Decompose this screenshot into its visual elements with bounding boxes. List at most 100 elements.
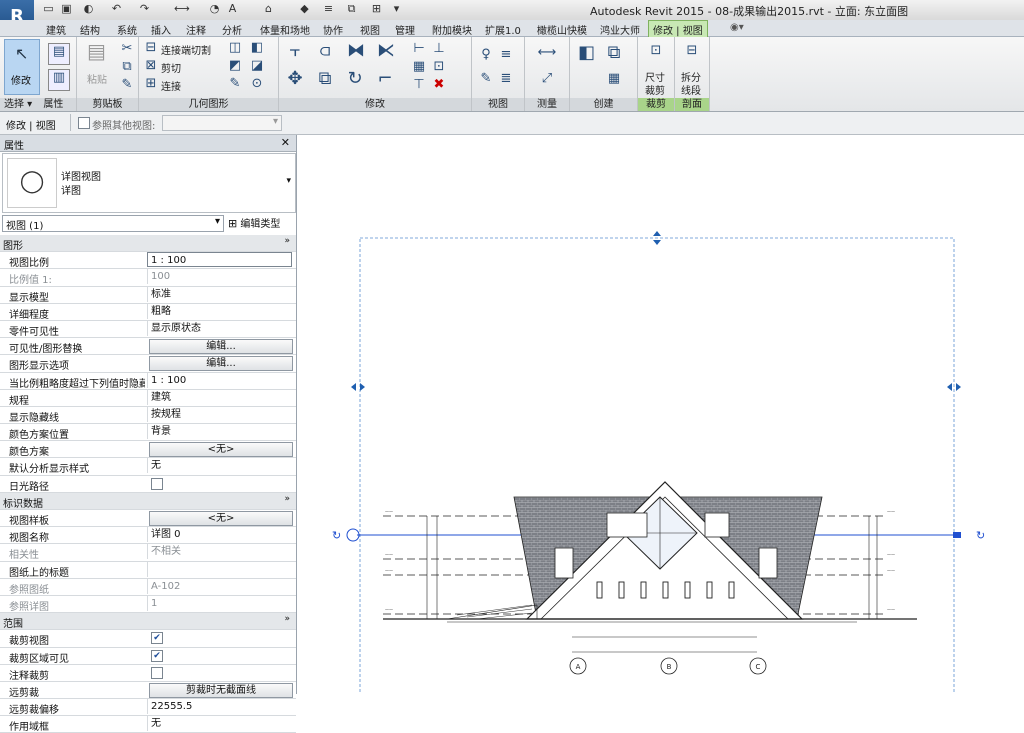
linework-icon[interactable]: ✎ <box>478 71 494 87</box>
property-category[interactable]: 范围 » <box>0 613 296 631</box>
thin-lines-icon[interactable]: ≡ <box>322 3 335 15</box>
view-filter-icon[interactable]: ≣ <box>498 71 514 87</box>
tab-analyze[interactable]: 分析 <box>222 22 242 37</box>
edit-profile-icon[interactable]: ✎ <box>227 76 243 92</box>
create-group-icon[interactable]: ⧉ <box>606 44 622 62</box>
tab-extension[interactable]: 扩展1.0 <box>485 22 521 37</box>
3d-view-icon[interactable]: ⌂ <box>262 3 275 15</box>
property-value[interactable]: 1 <box>147 595 292 611</box>
wall-joins-icon[interactable]: ◩ <box>227 58 243 74</box>
tab-collaborate[interactable]: 协作 <box>323 22 343 37</box>
edit-type-button[interactable]: ⊞ 编辑类型 <box>228 215 280 230</box>
property-checkbox[interactable] <box>151 666 163 679</box>
dimension-icon[interactable]: ⤢ <box>531 71 563 87</box>
paste-icon[interactable]: ▤ <box>87 41 106 61</box>
redo-icon[interactable]: ↷ <box>138 3 151 15</box>
tab-insert[interactable]: 插入 <box>151 22 171 37</box>
tab-structure[interactable]: 结构 <box>80 22 100 37</box>
select-dropdown[interactable]: 选择 <box>4 99 24 110</box>
quick-access-dropdown-icon[interactable]: ▾ <box>390 3 403 15</box>
create-parts-icon[interactable]: ◧ <box>578 44 595 62</box>
copy-element-icon[interactable]: ⧉ <box>317 70 333 88</box>
override-graphics-icon[interactable]: ≡ <box>498 47 514 63</box>
type-properties-icon[interactable]: ▥ <box>48 69 70 91</box>
property-checkbox[interactable]: ✔ <box>151 649 163 662</box>
property-button[interactable]: <无> <box>149 511 293 526</box>
tab-massing-site[interactable]: 体量和场地 <box>260 22 310 37</box>
tab-modify-view[interactable]: 修改 | 视图 <box>648 20 708 37</box>
instance-filter-select[interactable]: 视图 (1) ▾ <box>2 215 224 232</box>
property-category[interactable]: 图形 » <box>0 235 296 253</box>
cut-icon[interactable]: ✂ <box>119 41 135 57</box>
tab-annotate[interactable]: 注释 <box>186 22 206 37</box>
drawing-area[interactable]: ↻ ↻ —— —— —— —— —— —— —— —— A B C <box>297 135 1024 733</box>
save-icon[interactable]: ▣ <box>60 3 73 15</box>
create-assembly-icon[interactable]: ▦ <box>606 71 622 87</box>
property-value[interactable]: 1 : 100 <box>147 372 292 388</box>
collapse-icon[interactable]: » <box>284 614 290 624</box>
property-checkbox[interactable] <box>151 477 163 490</box>
tab-systems[interactable]: 系统 <box>117 22 137 37</box>
crop-region[interactable] <box>359 237 955 733</box>
tag-icon[interactable]: ◔ <box>208 3 221 15</box>
match-type-icon[interactable]: ✎ <box>119 77 135 93</box>
crop-handle-left[interactable] <box>351 383 365 391</box>
property-value[interactable]: 详图 0 <box>147 527 292 543</box>
property-value[interactable]: 背景 <box>147 424 292 440</box>
rotate-icon[interactable]: ↻ <box>347 70 363 88</box>
property-value[interactable]: 粗略 <box>147 303 292 319</box>
collapse-icon[interactable]: » <box>284 494 290 504</box>
property-value[interactable]: 100 <box>147 269 292 285</box>
property-value[interactable]: 不相关 <box>147 544 292 560</box>
property-category[interactable]: 标识数据 » <box>0 492 296 510</box>
array-icon[interactable]: ▦ <box>411 59 427 75</box>
sync-icon[interactable]: ◐ <box>82 3 95 15</box>
tab-view[interactable]: 视图 <box>360 22 380 37</box>
close-hidden-icon[interactable]: ⧉ <box>345 3 358 15</box>
undo-icon[interactable]: ↶ <box>110 3 123 15</box>
tab-add-ins[interactable]: 附加模块 <box>432 22 472 37</box>
measure-distance-icon[interactable]: ⟷ <box>531 45 563 61</box>
open-icon[interactable]: ▭ <box>42 3 55 15</box>
pin-icon[interactable]: ⊥ <box>431 41 447 57</box>
property-value[interactable]: 无 <box>147 716 292 732</box>
modify-button[interactable]: ↖ 修改 <box>4 39 40 95</box>
property-checkbox[interactable]: ✔ <box>151 632 163 645</box>
other-view-select[interactable]: ▾ <box>162 115 282 131</box>
align-icon[interactable]: ⫟ <box>287 42 303 60</box>
switch-windows-icon[interactable]: ⊞ <box>370 3 383 15</box>
join-cut-button[interactable]: 连接端切割 <box>161 42 211 57</box>
paint-icon[interactable]: ◧ <box>249 40 265 56</box>
tab-manage[interactable]: 管理 <box>395 22 415 37</box>
pick-icon[interactable]: ⊙ <box>249 76 265 92</box>
property-button[interactable]: 编辑... <box>149 339 293 355</box>
tab-hongye[interactable]: 鸿业大师 <box>600 22 640 37</box>
unpin-icon[interactable]: ⊤ <box>411 77 427 93</box>
trim-icon[interactable]: ⌐ <box>377 70 393 88</box>
split-element-icon[interactable]: ⊢ <box>411 41 427 57</box>
connect-button[interactable]: 连接 <box>161 78 181 93</box>
split-face-icon[interactable]: ◫ <box>227 40 243 56</box>
hide-in-view-icon[interactable]: ♀ <box>478 47 494 63</box>
scale-icon[interactable]: ⊡ <box>431 59 447 75</box>
other-view-checkbox[interactable] <box>78 117 90 129</box>
property-button[interactable]: 剪裁时无截面线 <box>149 682 293 698</box>
move-icon[interactable]: ✥ <box>287 70 303 88</box>
properties-icon[interactable]: ▤ <box>48 43 70 65</box>
property-button[interactable]: <无> <box>149 442 293 458</box>
type-selector[interactable]: ◯ 详图视图 详图 ▾ <box>2 153 296 213</box>
tab-architecture[interactable]: 建筑 <box>46 22 66 37</box>
property-value[interactable]: 显示原状态 <box>147 320 292 336</box>
property-value[interactable]: 22555.5 <box>147 699 292 715</box>
mirror-axis-icon[interactable]: ⧓ <box>347 42 365 60</box>
property-value[interactable]: 1 : 100 <box>147 252 292 268</box>
section-head-right[interactable] <box>953 532 961 538</box>
close-icon[interactable]: ✕ <box>281 136 290 149</box>
text-icon[interactable]: A <box>226 3 239 15</box>
crop-size-icon[interactable]: ⊡ <box>648 43 664 59</box>
property-value[interactable]: 按规程 <box>147 406 292 422</box>
mirror-line-icon[interactable]: ⧔ <box>377 42 395 60</box>
property-value[interactable]: A-102 <box>147 578 292 594</box>
minimize-ribbon-icon[interactable]: ◉▾ <box>730 22 744 33</box>
property-value[interactable] <box>147 561 292 577</box>
